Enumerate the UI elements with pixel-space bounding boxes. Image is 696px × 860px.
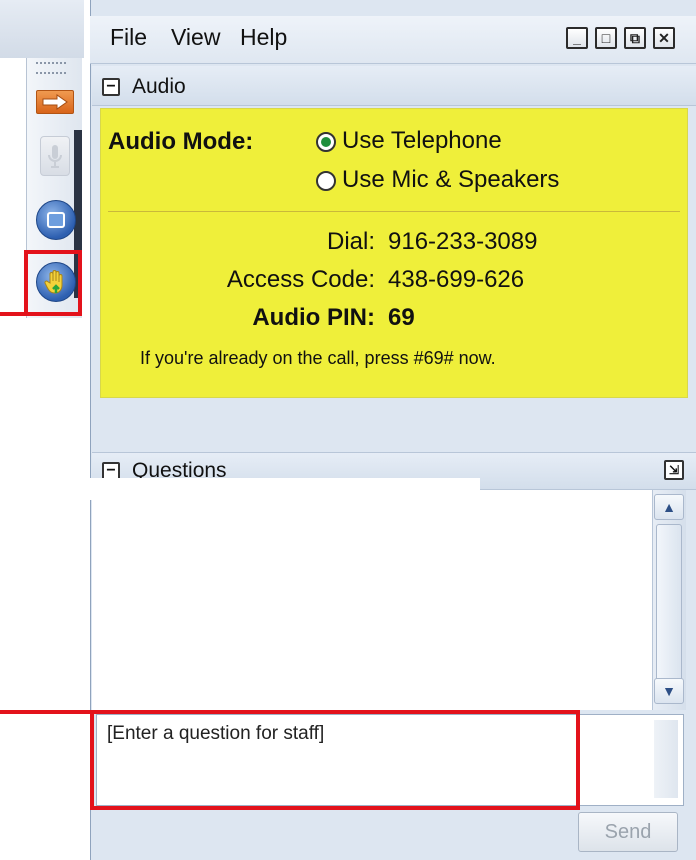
toolbar-grip[interactable]: [36, 62, 66, 74]
scroll-thumb[interactable]: [656, 524, 682, 684]
screen-icon[interactable]: [36, 200, 76, 240]
use-mic-speakers-radio[interactable]: [316, 171, 336, 191]
toolbar-header: [0, 0, 84, 58]
callout-line: [0, 312, 28, 316]
audio-mode-label: Audio Mode:: [108, 128, 254, 155]
scroll-up-icon[interactable]: ▲: [654, 494, 684, 520]
input-scrollbar[interactable]: [654, 720, 678, 798]
divider: [108, 211, 680, 212]
questions-log: [92, 490, 652, 710]
access-code-value: 438-699-626: [388, 266, 525, 293]
callout-line: [0, 710, 94, 714]
raise-hand-highlight: [24, 250, 82, 316]
menu-help[interactable]: Help: [240, 24, 287, 51]
audio-pin-label: Audio PIN:: [252, 304, 375, 331]
scroll-down-icon[interactable]: ▼: [654, 678, 684, 704]
arrow-icon[interactable]: [36, 90, 74, 114]
minimize-button[interactable]: _: [566, 27, 588, 49]
dial-label: Dial:: [326, 228, 375, 255]
audio-collapse-button[interactable]: −: [102, 78, 120, 96]
use-mic-speakers-label[interactable]: Use Mic & Speakers: [342, 166, 559, 194]
dial-number: 916-233-3089: [388, 228, 538, 255]
popout-button[interactable]: ⧉: [624, 27, 646, 49]
question-input-highlight: [90, 710, 580, 810]
use-telephone-label[interactable]: Use Telephone: [342, 127, 502, 155]
pin-instructions: If you're already on the call, press #69…: [140, 348, 496, 368]
menu-file[interactable]: File: [110, 24, 147, 51]
popout-icon[interactable]: ⇲: [664, 460, 684, 480]
send-button[interactable]: Send: [578, 812, 678, 852]
microphone-icon[interactable]: [40, 136, 70, 176]
maximize-button[interactable]: □: [595, 27, 617, 49]
use-telephone-radio[interactable]: [316, 132, 336, 152]
menu-view[interactable]: View: [171, 24, 220, 51]
close-button[interactable]: ✕: [653, 27, 675, 49]
access-code-label: Access Code:: [226, 266, 375, 293]
audio-pin-value: 69: [388, 304, 415, 331]
audio-pane-title: Audio: [132, 75, 186, 98]
